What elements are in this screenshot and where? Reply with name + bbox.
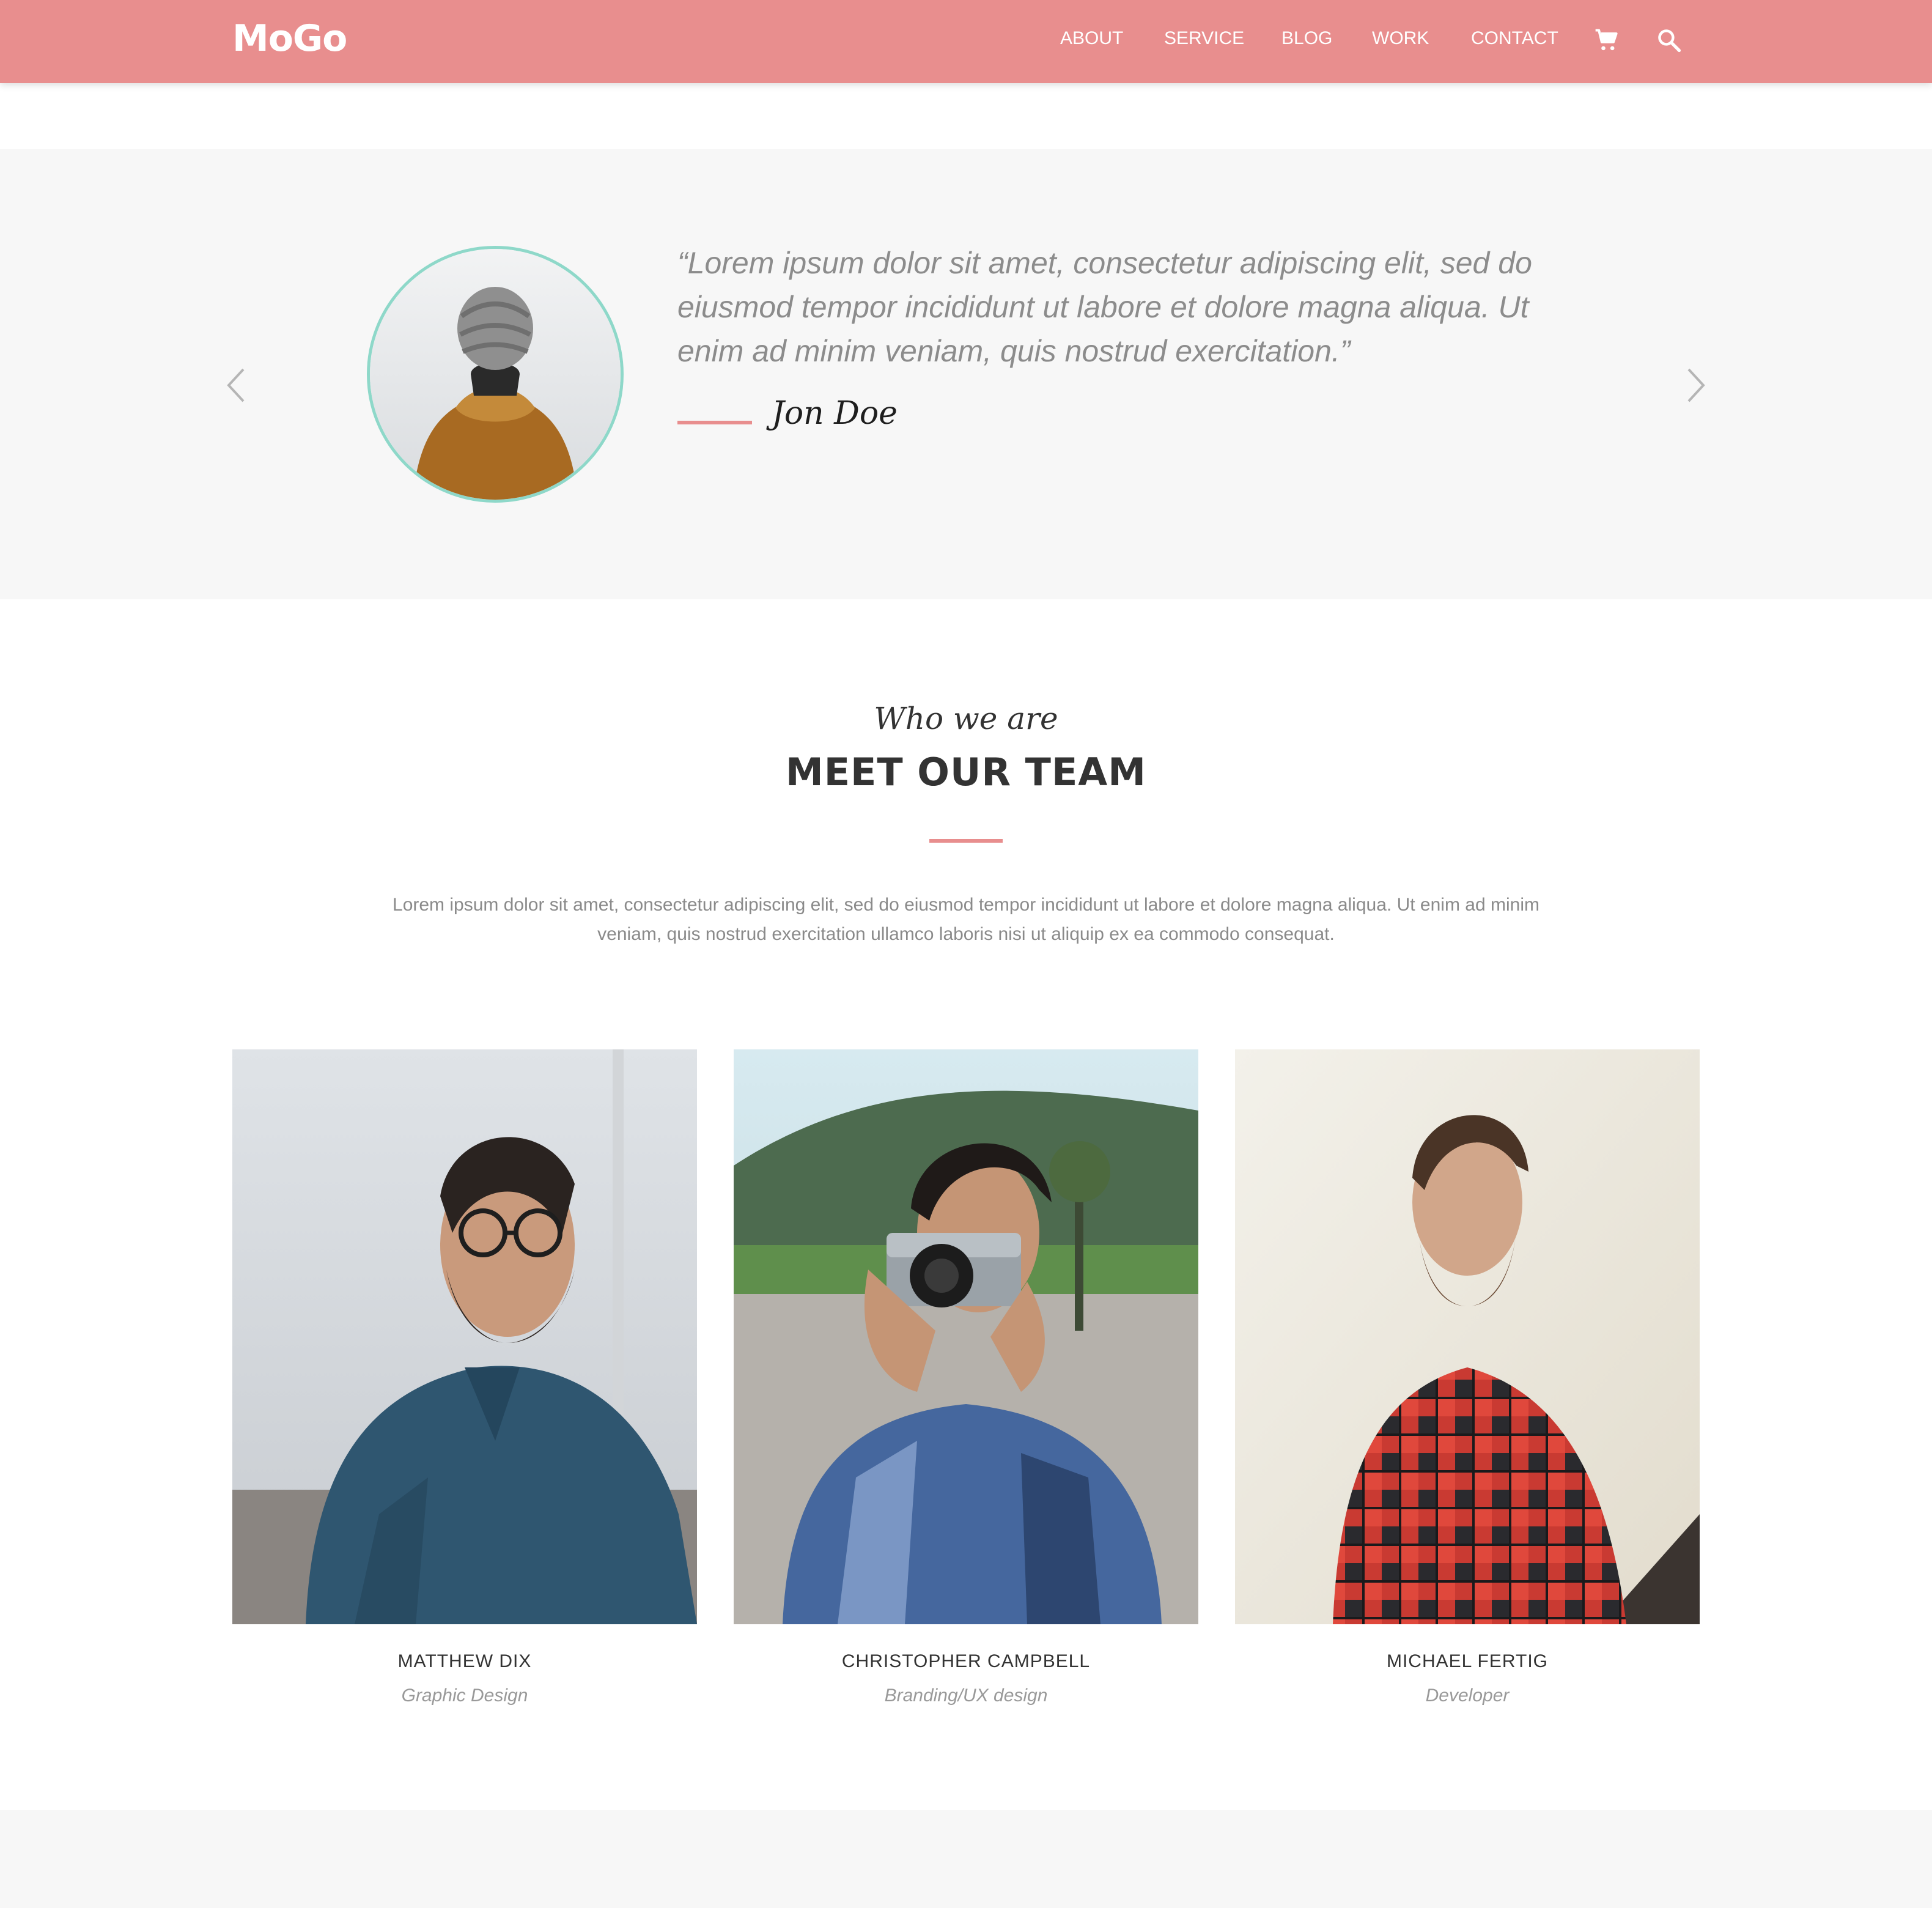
section-intro: Lorem ipsum dolor sit amet, consectetur … xyxy=(393,895,1539,944)
man-red-plaid-shirt-photo xyxy=(1235,1049,1700,1624)
team-photo-christopher[interactable] xyxy=(734,1049,1198,1624)
section-subtitle: Who we are xyxy=(874,701,1058,736)
chevron-left-icon[interactable] xyxy=(224,367,248,404)
team-name: MICHAEL FERTIG xyxy=(1386,1651,1549,1671)
next-section-band xyxy=(0,1810,1932,1908)
team-photo-michael[interactable] xyxy=(1235,1049,1700,1624)
testimonial-quote: “Lorem ipsum dolor sit amet, consectetur… xyxy=(677,246,1532,368)
team-role: Graphic Design xyxy=(401,1685,528,1706)
team-role: Branding/UX design xyxy=(884,1685,1048,1706)
nav-blog[interactable]: BLOG xyxy=(1281,28,1332,49)
section-title: MEET OUR TEAM xyxy=(786,750,1146,794)
nav-contact[interactable]: CONTACT xyxy=(1471,28,1558,49)
person-in-beanie-photo xyxy=(370,249,621,500)
quote-divider xyxy=(677,421,752,424)
team-name: MATTHEW DIX xyxy=(397,1651,532,1671)
testimonial-avatar xyxy=(367,246,624,503)
nav-service[interactable]: SERVICE xyxy=(1164,28,1244,49)
search-icon[interactable] xyxy=(1656,27,1683,54)
chevron-right-icon[interactable] xyxy=(1684,367,1708,404)
logo[interactable]: MoGo xyxy=(232,17,347,60)
testimonial-author: Jon Doe xyxy=(772,395,898,432)
site-header: MoGo ABOUT SERVICE BLOG WORK CONTACT xyxy=(0,0,1932,83)
team-name: CHRISTOPHER CAMPBELL xyxy=(841,1651,1091,1671)
testimonial-section: “Lorem ipsum dolor sit amet, consectetur… xyxy=(0,149,1932,599)
man-with-camera-photo xyxy=(734,1049,1198,1624)
nav-work[interactable]: WORK xyxy=(1372,28,1429,49)
cart-icon[interactable] xyxy=(1593,27,1620,54)
title-divider xyxy=(929,839,1003,843)
team-photo-matthew[interactable] xyxy=(232,1049,697,1624)
man-denim-shirt-photo xyxy=(232,1049,697,1624)
team-role: Developer xyxy=(1425,1685,1510,1706)
nav-about[interactable]: ABOUT xyxy=(1060,28,1123,49)
